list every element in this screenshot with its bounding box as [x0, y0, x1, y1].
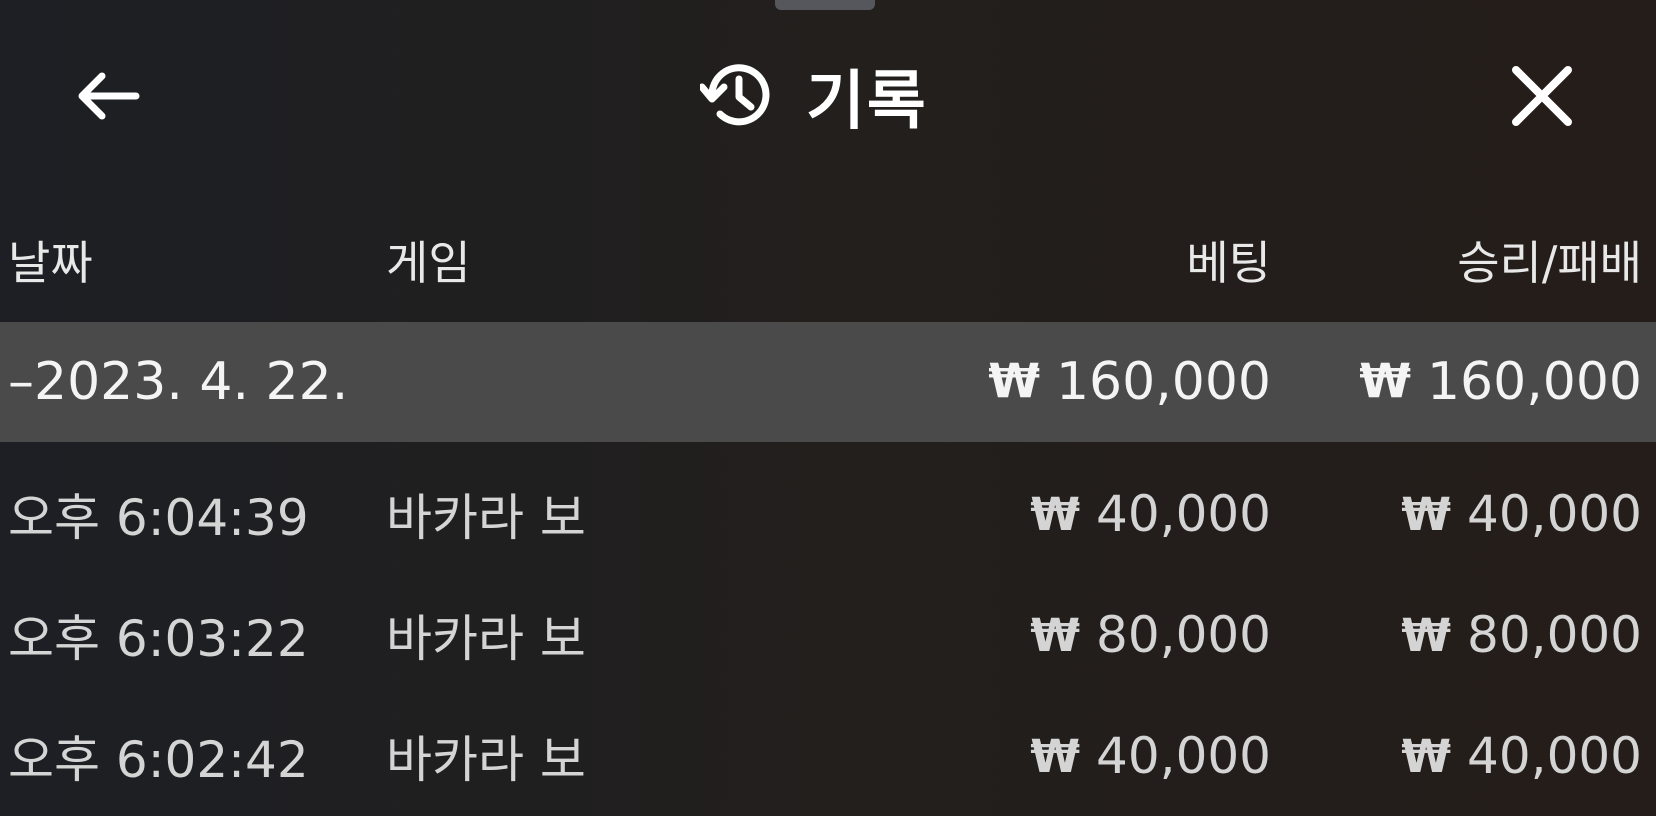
page-title-group: 기록 — [700, 48, 928, 144]
date-group-row[interactable]: –2023. 4. 22. ₩ 160,000 ₩ 160,000 — [0, 322, 1656, 442]
won-currency-icon: ₩ — [1401, 487, 1452, 541]
won-currency-icon: ₩ — [988, 355, 1040, 409]
group-bet-value: 160,000 — [1055, 352, 1271, 412]
drag-handle[interactable] — [775, 0, 875, 10]
close-icon — [1512, 66, 1572, 126]
row-result: ₩ 40,000 — [1401, 454, 1642, 574]
row-game: 바카라 보 — [386, 731, 586, 789]
group-result-value: 160,000 — [1426, 352, 1642, 412]
column-header-date: 날짜 — [8, 236, 93, 290]
row-result: ₩ 80,000 — [1401, 575, 1642, 695]
won-currency-icon: ₩ — [1359, 355, 1411, 409]
group-bet-total: ₩ 160,000 — [988, 322, 1271, 442]
column-header-result: 승리/패배 — [1457, 236, 1642, 290]
row-result-value: 40,000 — [1467, 727, 1642, 785]
row-game: 바카라 보 — [386, 489, 586, 547]
won-currency-icon: ₩ — [1401, 608, 1452, 662]
column-header-bet: 베팅 — [1186, 236, 1271, 290]
row-game: 바카라 보 — [386, 610, 586, 668]
row-time: 오후 6:04:39 — [8, 489, 309, 547]
row-bet: ₩ 80,000 — [1030, 575, 1271, 695]
row-bet: ₩ 40,000 — [1030, 696, 1271, 816]
row-result-value: 40,000 — [1467, 485, 1642, 543]
group-result-total: ₩ 160,000 — [1359, 322, 1642, 442]
row-bet-value: 40,000 — [1096, 727, 1271, 785]
page-title: 기록 — [806, 65, 928, 139]
row-result-value: 80,000 — [1467, 606, 1642, 664]
table-row[interactable]: 오후 6:04:39 바카라 보 ₩ 40,000 ₩ 40,000 — [0, 454, 1656, 574]
row-result: ₩ 40,000 — [1401, 696, 1642, 816]
back-button[interactable] — [62, 52, 150, 140]
table-header: 날짜 게임 베팅 승리/패배 — [0, 212, 1656, 308]
close-button[interactable] — [1496, 50, 1588, 142]
table-row[interactable]: 오후 6:03:22 바카라 보 ₩ 80,000 ₩ 80,000 — [0, 575, 1656, 695]
arrow-left-icon — [78, 72, 140, 120]
won-currency-icon: ₩ — [1401, 729, 1452, 783]
row-bet-value: 80,000 — [1096, 606, 1271, 664]
row-time: 오후 6:03:22 — [8, 610, 309, 668]
column-header-game: 게임 — [386, 236, 471, 290]
row-bet: ₩ 40,000 — [1030, 454, 1271, 574]
table-row[interactable]: 오후 6:02:42 바카라 보 ₩ 40,000 ₩ 40,000 — [0, 696, 1656, 816]
won-currency-icon: ₩ — [1030, 729, 1081, 783]
row-time: 오후 6:02:42 — [8, 731, 309, 789]
header: 기록 — [0, 30, 1656, 150]
group-date: –2023. 4. 22. — [8, 352, 349, 412]
row-bet-value: 40,000 — [1096, 485, 1271, 543]
won-currency-icon: ₩ — [1030, 608, 1081, 662]
history-clock-icon — [700, 64, 770, 126]
won-currency-icon: ₩ — [1030, 487, 1081, 541]
